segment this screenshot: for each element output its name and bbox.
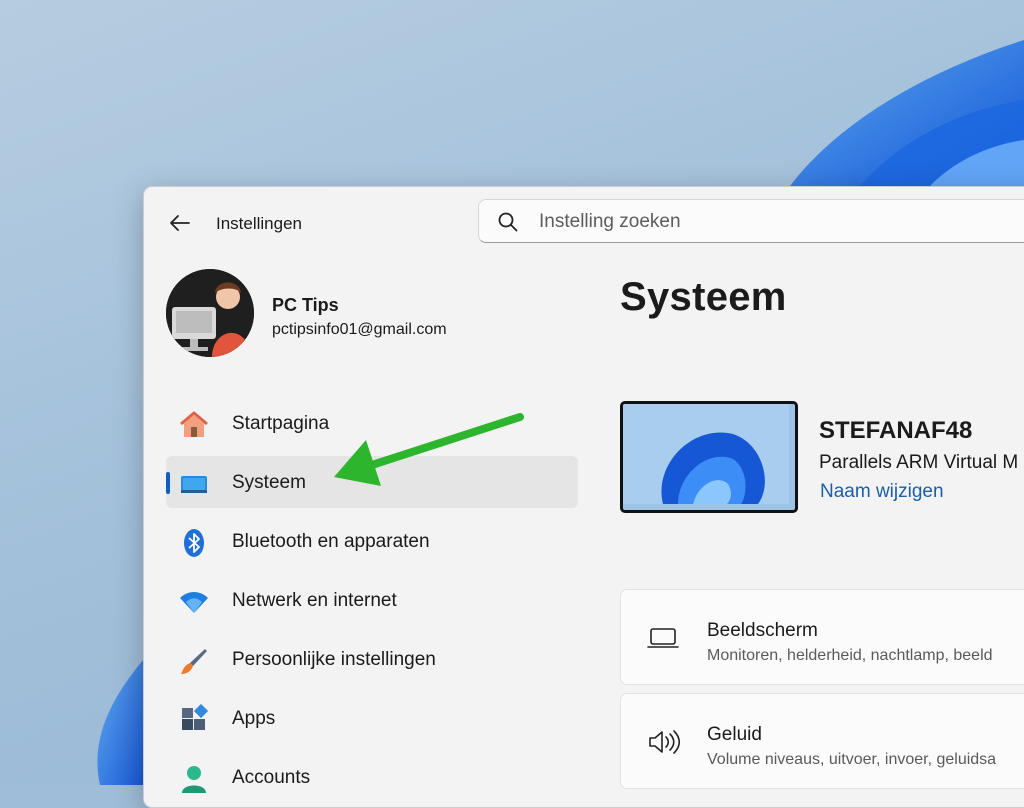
settings-card-beeldscherm[interactable]: Beeldscherm Monitoren, helderheid, nacht… — [620, 589, 1024, 685]
system-icon — [178, 468, 210, 500]
sidebar-item-label: Apps — [232, 708, 276, 729]
window-title: Instellingen — [216, 214, 303, 233]
paintbrush-icon — [178, 645, 210, 677]
arrow-left-icon — [170, 215, 190, 231]
back-button[interactable] — [166, 209, 194, 237]
apps-icon — [178, 704, 210, 736]
avatar-person-icon — [166, 269, 254, 357]
search-input[interactable] — [537, 208, 1021, 236]
search-icon — [498, 212, 518, 232]
user-email: pctipsinfo01@gmail.com — [272, 321, 447, 338]
device-model: Parallels ARM Virtual M — [819, 452, 1019, 473]
monitor-icon — [647, 628, 679, 648]
sidebar-item-startpagina[interactable]: Startpagina — [166, 397, 578, 449]
page-title: Systeem — [620, 275, 787, 319]
wallpaper-thumbnail-image — [623, 404, 789, 504]
wifi-icon — [178, 586, 210, 618]
sidebar-item-apps[interactable]: Apps — [166, 692, 578, 744]
sidebar-item-label: Systeem — [232, 472, 306, 493]
user-name: PC Tips — [272, 295, 339, 315]
sidebar-item-label: Bluetooth en apparaten — [232, 531, 430, 552]
rename-device-link[interactable]: Naam wijzigen — [820, 481, 944, 503]
sidebar-item-systeem[interactable]: Systeem — [166, 456, 578, 508]
settings-window: Instellingen PC Tips pctipsinfo01@gmail.… — [143, 186, 1024, 808]
sidebar-item-label: Persoonlijke instellingen — [232, 649, 436, 670]
card-subtitle: Monitoren, helderheid, nachtlamp, beeld — [707, 647, 993, 664]
device-thumbnail — [620, 401, 798, 513]
card-title: Geluid — [707, 724, 762, 745]
sidebar-item-label: Accounts — [232, 767, 311, 788]
card-subtitle: Volume niveaus, uitvoer, invoer, geluids… — [707, 751, 997, 768]
account-icon — [178, 763, 210, 795]
bluetooth-icon — [178, 527, 210, 559]
sidebar-item-accounts[interactable]: Accounts — [166, 751, 578, 803]
sidebar-item-label: Netwerk en internet — [232, 590, 397, 611]
search-box[interactable] — [478, 199, 1024, 243]
avatar — [166, 269, 254, 357]
sidebar-item-netwerk[interactable]: Netwerk en internet — [166, 574, 578, 626]
device-name: STEFANAF48 — [819, 417, 973, 444]
speaker-icon — [649, 730, 681, 754]
home-icon — [178, 409, 210, 441]
sidebar-nav: Startpagina Systeem Bluetooth en apparat… — [166, 397, 578, 807]
settings-card-geluid[interactable]: Geluid Volume niveaus, uitvoer, invoer, … — [620, 693, 1024, 789]
sidebar-item-persoonlijke-instellingen[interactable]: Persoonlijke instellingen — [166, 633, 578, 685]
card-title: Beeldscherm — [707, 620, 818, 641]
sidebar-item-label: Startpagina — [232, 413, 330, 434]
sidebar-item-bluetooth[interactable]: Bluetooth en apparaten — [166, 515, 578, 567]
